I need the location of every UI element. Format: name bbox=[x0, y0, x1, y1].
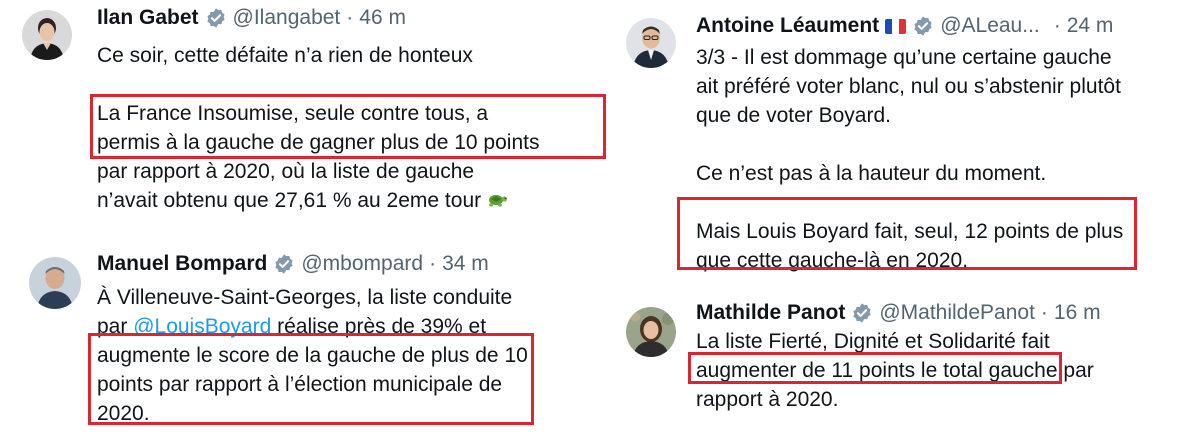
separator-dot: · bbox=[1053, 14, 1061, 37]
tweet-line: Ce soir, cette défaite n’a rien de honte… bbox=[97, 44, 473, 67]
avatar-ilan-gabet[interactable] bbox=[22, 10, 72, 60]
highlight-box bbox=[90, 94, 606, 159]
avatar-mathilde-panot[interactable] bbox=[626, 307, 676, 357]
timestamp[interactable]: 24 m bbox=[1067, 14, 1114, 38]
highlight-box bbox=[88, 333, 534, 425]
tweet-line: que de voter Boyard. bbox=[696, 104, 891, 127]
tweet-line-suffix: par bbox=[1063, 359, 1094, 382]
separator-dot: · bbox=[346, 6, 354, 29]
highlight-box bbox=[688, 352, 1062, 384]
tweet-line: par rapport à 2020, où la liste de gauch… bbox=[97, 160, 475, 183]
tweet-line: ait préféré voter blanc, nul ou s’absten… bbox=[696, 75, 1121, 98]
author-handle[interactable]: @ALeau... bbox=[940, 14, 1040, 38]
timestamp[interactable]: 16 m bbox=[1054, 301, 1101, 325]
verified-badge-icon bbox=[206, 8, 225, 28]
verified-badge-icon bbox=[914, 16, 932, 36]
tweet-line: Ce n’est pas à la hauteur du moment. bbox=[696, 162, 1047, 185]
tweet-line bbox=[696, 130, 1123, 159]
tweet-line-text: n’avait obtenu que 27,61 % au 2eme tour bbox=[97, 189, 482, 212]
avatar-manuel-bompard[interactable] bbox=[29, 257, 81, 309]
author-name[interactable]: Ilan Gabet bbox=[97, 6, 199, 30]
tweet-line: rapport à 2020. bbox=[696, 388, 839, 411]
tweet-line: n’avait obtenu que 27,61 % au 2eme tour bbox=[97, 186, 539, 215]
tweet-line: 3/3 - Il est dommage qu’une certaine gau… bbox=[696, 46, 1112, 69]
verified-badge-icon bbox=[275, 254, 293, 274]
author-name[interactable]: Manuel Bompard bbox=[97, 252, 267, 276]
tweet-line: À Villeneuve-Saint-Georges, la liste con… bbox=[97, 286, 513, 309]
timestamp[interactable]: 34 m bbox=[442, 252, 489, 276]
author-handle[interactable]: @Ilangabet bbox=[233, 6, 341, 30]
timestamp[interactable]: 46 m bbox=[359, 6, 406, 30]
separator-dot: · bbox=[429, 252, 437, 275]
france-flag-icon bbox=[885, 18, 907, 34]
avatar-antoine-leaument[interactable] bbox=[626, 18, 676, 68]
turtle-emoji-icon bbox=[489, 195, 508, 207]
verified-badge-icon bbox=[853, 303, 871, 323]
author-name[interactable]: Mathilde Panot bbox=[696, 301, 845, 325]
author-name[interactable]: Antoine Léaument bbox=[696, 14, 879, 38]
author-handle[interactable]: @MathildePanot bbox=[879, 301, 1035, 325]
highlight-box bbox=[677, 197, 1137, 270]
separator-dot: · bbox=[1040, 301, 1048, 324]
author-handle[interactable]: @mbompard bbox=[301, 252, 423, 276]
